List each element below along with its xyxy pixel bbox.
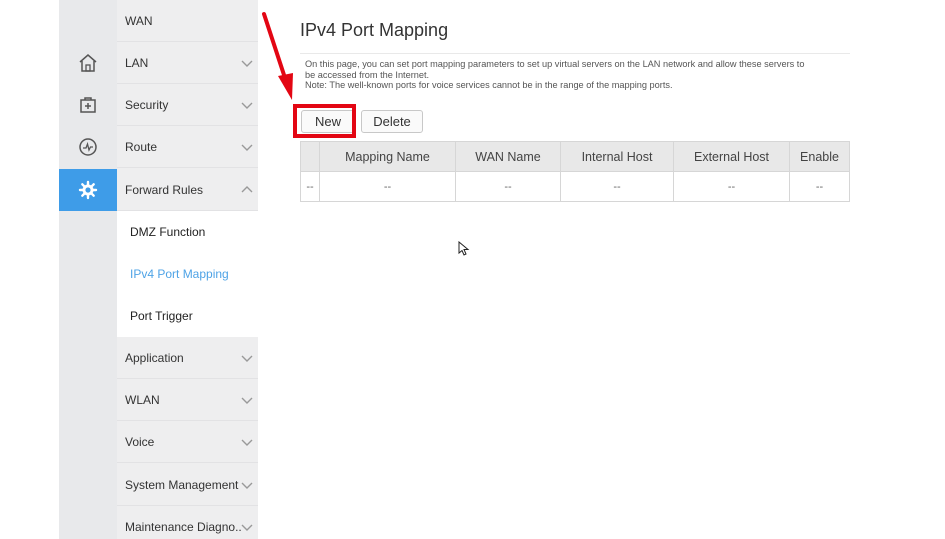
chevron-down-icon	[241, 355, 253, 362]
sidebar-subitem-label: Port Trigger	[130, 309, 193, 323]
chevron-down-icon	[241, 439, 253, 446]
sidebar-item-label: WLAN	[125, 392, 160, 407]
chevron-down-icon	[241, 482, 253, 489]
sidebar-item-wlan[interactable]: WLAN	[117, 379, 258, 421]
right-margin	[893, 0, 945, 539]
rail-status[interactable]	[59, 126, 117, 168]
highlight-annotation-box	[293, 104, 356, 138]
sidebar-subitem-label: DMZ Function	[130, 225, 206, 239]
chevron-down-icon	[241, 397, 253, 404]
chevron-down-icon	[241, 60, 253, 67]
page-description: On this page, you can set port mapping p…	[305, 59, 855, 91]
table-row[interactable]: -- -- -- -- -- --	[300, 171, 850, 202]
sidebar-subitem-ipv4-port-mapping[interactable]: IPv4 Port Mapping	[117, 253, 258, 295]
main-content: IPv4 Port Mapping On this page, you can …	[258, 0, 893, 539]
table-cell: --	[789, 171, 850, 202]
gauge-icon	[79, 138, 97, 156]
description-line: On this page, you can set port mapping p…	[305, 59, 805, 69]
sidebar-item-security[interactable]: Security	[117, 84, 258, 126]
table-cell: --	[319, 171, 456, 202]
table-cell: --	[455, 171, 561, 202]
rail-maintenance[interactable]	[59, 84, 117, 126]
table-cell: --	[673, 171, 790, 202]
rail-home[interactable]	[59, 42, 117, 84]
sidebar-item-label: Application	[125, 350, 184, 365]
column-header-internal-host: Internal Host	[560, 141, 674, 172]
sidebar-item-maintenance-diagnosis[interactable]: Maintenance Diagno..	[117, 506, 258, 539]
title-divider	[300, 53, 850, 54]
rail-advanced[interactable]	[59, 169, 117, 211]
table-cell: --	[560, 171, 674, 202]
sidebar-item-route[interactable]: Route	[117, 126, 258, 168]
icon-rail	[59, 0, 117, 539]
sidebar-item-forward-rules[interactable]: Forward Rules	[117, 169, 258, 211]
mouse-cursor-icon	[458, 241, 470, 256]
description-line: be accessed from the Internet.	[305, 69, 430, 80]
delete-button[interactable]: Delete	[361, 110, 423, 133]
sidebar-item-label: Forward Rules	[125, 182, 204, 197]
sidebar-item-label: Route	[125, 139, 158, 154]
chevron-up-icon	[241, 185, 253, 192]
chevron-down-icon	[241, 524, 253, 531]
sidebar-item-wan[interactable]: WAN	[117, 0, 258, 42]
sidebar-subitem-port-trigger[interactable]: Port Trigger	[117, 295, 258, 337]
sidebar-item-label: Voice	[125, 434, 155, 449]
sidebar-item-label: Security	[125, 97, 169, 112]
home-icon	[79, 54, 97, 72]
page-title: IPv4 Port Mapping	[300, 20, 449, 40]
column-header-enable: Enable	[789, 141, 850, 172]
sidebar-item-application[interactable]: Application	[117, 337, 258, 379]
sidebar-item-label: System Management	[125, 477, 239, 492]
column-header-mapping-name: Mapping Name	[319, 141, 456, 172]
port-mapping-table: Mapping Name WAN Name Internal Host Exte…	[300, 141, 850, 202]
description-note: Note: The well-known ports for voice ser…	[305, 80, 673, 90]
plus-box-icon	[80, 97, 96, 113]
sidebar-item-label: Maintenance Diagno..	[125, 520, 242, 534]
chevron-down-icon	[241, 144, 253, 151]
sidebar-subitem-label: IPv4 Port Mapping	[130, 267, 229, 281]
sidebar-item-label: LAN	[125, 55, 149, 70]
column-header-wan-name: WAN Name	[455, 141, 561, 172]
column-header-select	[300, 141, 320, 172]
table-cell: --	[300, 171, 320, 202]
sidebar-item-system-management[interactable]: System Management	[117, 464, 258, 506]
table-header-row: Mapping Name WAN Name Internal Host Exte…	[300, 141, 850, 172]
chevron-down-icon	[241, 102, 253, 109]
left-margin	[0, 0, 59, 539]
sidebar-item-lan[interactable]: LAN	[117, 42, 258, 84]
column-header-external-host: External Host	[673, 141, 790, 172]
sidebar: WAN LAN Security Route Forward Rules DMZ…	[117, 0, 258, 539]
sidebar-subitem-dmz-function[interactable]: DMZ Function	[117, 211, 258, 253]
sidebar-item-label: WAN	[125, 13, 153, 28]
sidebar-item-voice[interactable]: Voice	[117, 421, 258, 463]
gear-icon	[78, 180, 98, 200]
